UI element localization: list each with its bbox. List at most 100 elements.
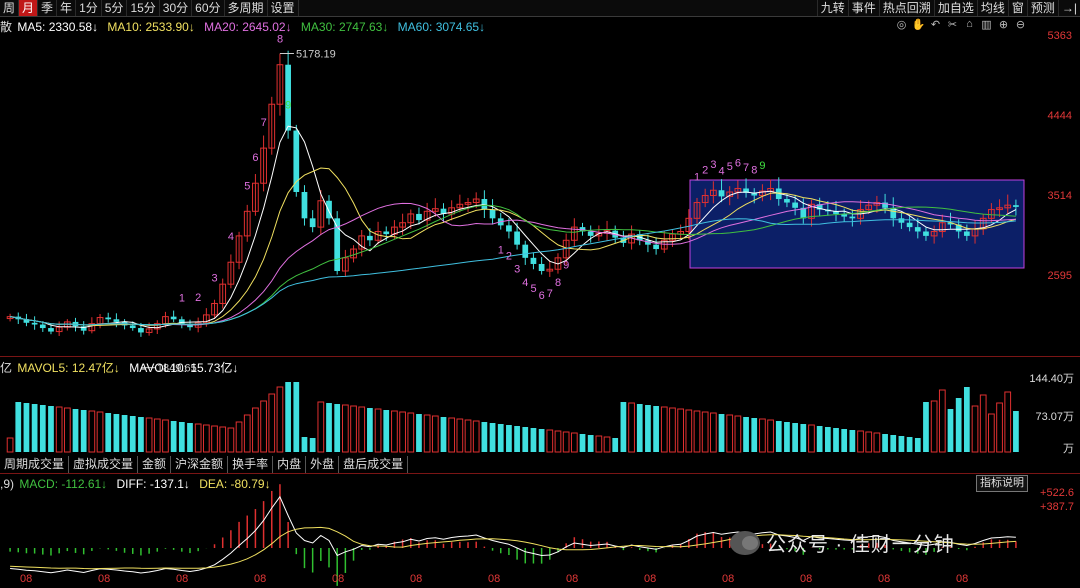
nine-turn-label: 3 xyxy=(514,264,520,276)
candle-down xyxy=(587,231,594,236)
volume-bar-up xyxy=(317,401,325,453)
nine-turn-label: 6 xyxy=(252,152,258,164)
volume-bar-up xyxy=(423,414,431,453)
volume-bar-down xyxy=(800,424,807,452)
volume-bar-up xyxy=(211,425,218,453)
volume-bar-down xyxy=(23,403,30,452)
volume-bar-up xyxy=(252,407,259,453)
candle-down xyxy=(105,317,112,320)
volume-bar-down xyxy=(530,428,537,452)
nine-turn-label: 5 xyxy=(530,283,536,295)
volume-bar-down xyxy=(792,423,798,452)
nine-turn-label: 8 xyxy=(555,277,561,289)
volume-bar-down xyxy=(645,405,651,452)
indicator-tab-1[interactable]: 虚拟成交量 xyxy=(69,456,139,473)
volume-bar-up xyxy=(153,418,161,453)
volume-bar-down xyxy=(882,434,888,452)
indicator-tab-0[interactable]: 周期成交量 xyxy=(0,456,70,473)
volume-bar-down xyxy=(497,424,504,452)
candle-down xyxy=(923,231,929,236)
volume-bar-down xyxy=(898,436,905,452)
date-tick: 08 xyxy=(644,573,657,585)
volume-bar-down xyxy=(906,437,913,452)
volume-bar-up xyxy=(227,427,235,453)
volume-bar-down xyxy=(138,417,144,452)
volume-bar-up xyxy=(358,406,366,453)
date-tick: 08 xyxy=(488,573,501,585)
volume-legend: 亿 MAVOL5: 12.47亿↓ MAVOL10: 15.73亿↓ xyxy=(0,359,244,376)
divider-volume-macd xyxy=(0,473,1080,474)
volume-bar-up xyxy=(55,406,63,453)
volume-bar-up xyxy=(342,404,349,453)
nine-turn-label: 4 xyxy=(522,277,528,289)
indicator-tab-5[interactable]: 内盘 xyxy=(273,456,307,473)
volume-bar-down xyxy=(914,438,921,452)
volume-bar-down xyxy=(383,410,390,452)
volume-bar-up xyxy=(873,432,881,453)
volume-bar-up xyxy=(546,429,554,453)
volume-bar-up xyxy=(628,402,635,453)
date-tick: 08 xyxy=(878,573,891,585)
candle-down xyxy=(538,263,545,271)
volume-bar-down xyxy=(105,413,112,452)
volume-bar-up xyxy=(391,410,398,453)
indicator-help-button[interactable]: 指标说明 xyxy=(976,475,1028,492)
volume-bar-down xyxy=(514,426,520,452)
indicator-tab-4[interactable]: 换手率 xyxy=(228,456,274,473)
nine-turn-label: 8 xyxy=(751,165,757,177)
candle-down xyxy=(530,257,537,264)
volume-bar-down xyxy=(620,402,627,452)
volume-bar-up xyxy=(63,407,71,453)
nine-turn-label: 4 xyxy=(228,231,234,243)
volume-bar-down xyxy=(579,434,586,452)
volume-bar-up xyxy=(88,410,96,453)
volume-bar-down xyxy=(187,423,193,452)
nine-turn-label: 7 xyxy=(743,162,749,174)
nine-turn-label: 7 xyxy=(547,288,553,300)
date-tick: 08 xyxy=(722,573,735,585)
volume-bar-down xyxy=(416,414,422,452)
indicator-tab-6[interactable]: 外盘 xyxy=(306,456,340,473)
volume-bar-down xyxy=(824,427,831,452)
volume-bar-up xyxy=(194,423,202,453)
candle-down xyxy=(784,199,790,203)
volume-bar-up xyxy=(243,414,251,453)
indicator-tab-2[interactable]: 金额 xyxy=(138,456,172,473)
nine-turn-label: 5 xyxy=(727,161,733,173)
volume-bar-down xyxy=(285,382,291,452)
candle-down xyxy=(309,218,316,228)
date-tick: 08 xyxy=(20,573,33,585)
volume-bar-up xyxy=(685,409,693,453)
nine-turn-label: 6 xyxy=(539,290,545,302)
nine-turn-label: 8 xyxy=(277,34,283,46)
volume-bar-down xyxy=(784,422,790,452)
volume-bar-down xyxy=(923,402,929,452)
candle-down xyxy=(39,324,46,329)
volume-bar-down xyxy=(955,398,962,452)
kline-chart[interactable]: 5178.191849.651 23456789123456 78912 34 5 6 7 8… xyxy=(0,0,1080,588)
macd-axis-label-2: +387.7 xyxy=(1040,501,1074,513)
candle-down xyxy=(1013,205,1019,207)
volume-bar-up xyxy=(979,394,987,453)
volume-bar-up xyxy=(1004,391,1012,453)
indicator-tab-7[interactable]: 盘后成交量 xyxy=(339,456,409,473)
indicator-tab-3[interactable]: 沪深金额 xyxy=(171,456,229,473)
candle-down xyxy=(914,227,921,232)
volume-bar-up xyxy=(268,393,276,453)
volume-bar-up xyxy=(407,412,415,453)
volume-bar-up xyxy=(554,430,562,453)
candle-down xyxy=(489,209,496,219)
candle-down xyxy=(301,192,308,219)
volume-bar-up xyxy=(660,406,668,453)
volume-bar-up xyxy=(219,426,227,453)
nine-turn-label: 1 xyxy=(179,293,185,305)
candle-down xyxy=(170,316,177,320)
volume-bar-down xyxy=(326,403,332,452)
volume-bar-down xyxy=(538,429,545,452)
volume-bar-down xyxy=(129,416,136,452)
volume-bar-up xyxy=(260,400,267,453)
volume-bar-down xyxy=(587,435,594,452)
divider-price-volume xyxy=(0,356,1080,357)
nine-turn-label: 1 xyxy=(694,172,700,184)
volume-bar-up xyxy=(96,411,104,453)
